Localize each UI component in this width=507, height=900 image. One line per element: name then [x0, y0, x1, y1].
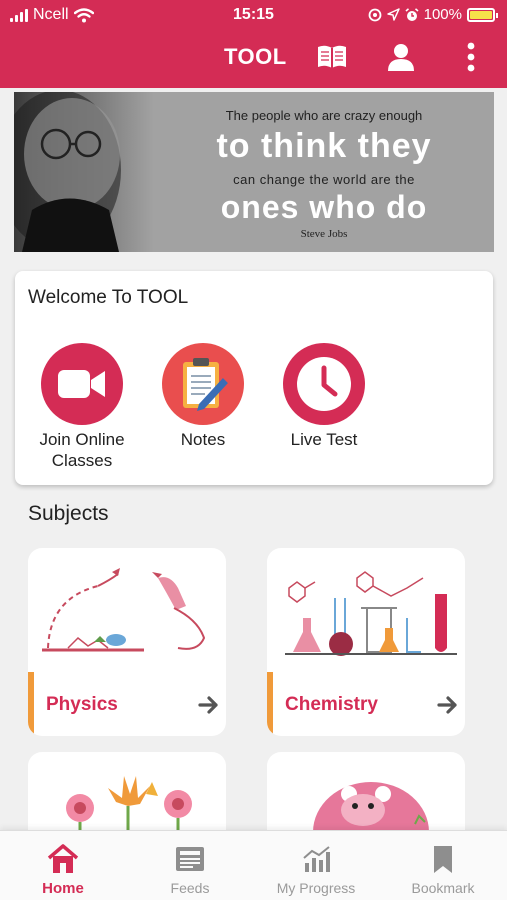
rocket-illustration [42, 568, 206, 652]
subject-name: Chemistry [285, 694, 378, 715]
app-title: TOOL [224, 44, 287, 69]
subject-card-chemistry[interactable]: Chemistry [267, 548, 465, 736]
subjects-heading: Subjects [28, 502, 109, 525]
chart-icon [303, 846, 330, 872]
notepad-pencil-icon [162, 343, 244, 425]
action-label: Join Online Classes [39, 430, 125, 470]
arrow-right-icon[interactable] [437, 694, 459, 716]
notes-button[interactable]: Notes [143, 343, 263, 450]
tab-label: Feeds [170, 880, 210, 896]
action-label: Notes [180, 430, 226, 449]
card-accent-bar [28, 672, 34, 736]
quote-line-4: ones who do [220, 189, 428, 225]
action-label: Live Test [290, 430, 358, 449]
home-icon [47, 844, 79, 873]
alarm-clock-icon [405, 7, 419, 21]
battery-icon [467, 7, 498, 22]
subject-card-physics[interactable]: Physics [28, 548, 226, 736]
battery-percent: 100% [423, 6, 462, 23]
quote-author: Steve Jobs [300, 228, 348, 240]
tab-label: My Progress [276, 880, 356, 896]
quote-line-3: can change the world are the [233, 172, 415, 187]
welcome-title: Welcome To TOOL [28, 287, 189, 308]
card-accent-bar [267, 672, 273, 736]
tab-feeds[interactable]: Feeds [127, 831, 253, 900]
tab-label: Home [42, 880, 84, 897]
tab-label: Bookmark [411, 880, 475, 896]
video-camera-icon [41, 343, 123, 425]
clock-icon [283, 343, 365, 425]
bottom-navigation: Home Feeds My Progress Bookmark [0, 830, 507, 900]
welcome-card: Welcome To TOOL Join Online Classes Note… [15, 271, 493, 485]
location-arrow-icon [386, 8, 400, 21]
subject-name: Physics [46, 694, 118, 715]
portrait-image [14, 92, 154, 252]
quote-line-1: The people who are crazy enough [225, 108, 423, 123]
tab-bookmark[interactable]: Bookmark [380, 831, 506, 900]
app-header: Ncell 15:15 100% TOOL [0, 0, 507, 88]
more-vertical-icon[interactable] [454, 42, 488, 72]
tab-home[interactable]: Home [0, 831, 126, 900]
arrow-right-icon[interactable] [198, 694, 220, 716]
status-bar: Ncell 15:15 100% [0, 0, 507, 32]
join-online-classes-button[interactable]: Join Online Classes [22, 343, 142, 471]
screen-lock-icon [368, 8, 382, 21]
book-icon[interactable] [315, 42, 349, 72]
quote-banner[interactable]: The people who are crazy enough to think… [14, 92, 494, 252]
lab-flasks-illustration [285, 571, 457, 656]
user-icon[interactable] [384, 42, 418, 72]
tab-my-progress[interactable]: My Progress [253, 831, 379, 900]
newspaper-icon [176, 847, 204, 871]
bookmark-icon [434, 846, 452, 873]
quote-line-2: to think they [216, 127, 432, 165]
live-test-button[interactable]: Live Test [264, 343, 384, 450]
